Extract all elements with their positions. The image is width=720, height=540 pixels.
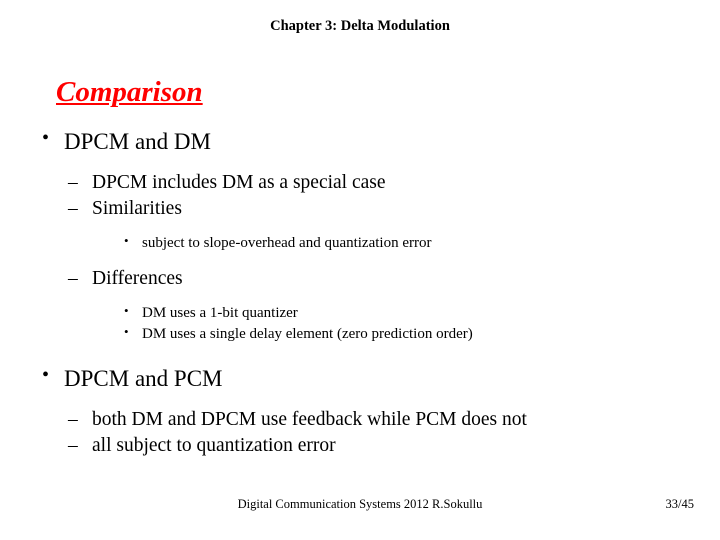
slide-content: • DPCM and DM – DPCM includes DM as a sp… <box>0 127 720 457</box>
footer-source: Digital Communication Systems 2012 R.Sok… <box>237 497 483 511</box>
page-title: Comparison <box>56 76 203 108</box>
disc-bullet-icon: • <box>42 364 50 387</box>
list-item: • DM uses a single delay element (zero p… <box>120 324 720 343</box>
list-item-label: DPCM includes DM as a special case <box>92 172 386 194</box>
list-item-label: DM uses a 1-bit quantizer <box>142 305 298 322</box>
list-item: • DM uses a 1-bit quantizer <box>120 303 720 322</box>
disc-bullet-icon: • <box>42 127 50 149</box>
list-item-label: Differences <box>92 267 183 289</box>
disc-bullet-icon: • <box>124 324 129 340</box>
list-item: – DPCM includes DM as a special case <box>66 171 720 194</box>
list-item-label: DPCM and DM <box>64 129 211 154</box>
footer-page-number: 33/45 <box>665 497 694 511</box>
dash-bullet-icon: – <box>68 172 78 194</box>
dash-bullet-icon: – <box>68 267 78 289</box>
list-item: • DPCM and DM <box>38 127 720 155</box>
dash-bullet-icon: – <box>68 197 78 219</box>
list-item-label: subject to slope-overhead and quantizati… <box>142 234 432 251</box>
list-item: – all subject to quantization error <box>66 434 720 457</box>
disc-bullet-icon: • <box>124 303 129 319</box>
list-item-label: DPCM and PCM <box>64 366 223 392</box>
list-item-label: DM uses a single delay element (zero pre… <box>142 326 473 343</box>
slide: Chapter 3: Delta Modulation Comparison •… <box>0 0 720 540</box>
list-item: – Differences <box>66 267 720 290</box>
list-item: • DPCM and PCM <box>38 364 720 392</box>
dash-bullet-icon: – <box>68 409 78 431</box>
dash-bullet-icon: – <box>68 434 78 456</box>
disc-bullet-icon: • <box>124 232 129 248</box>
list-item: – Similarities <box>66 197 720 220</box>
list-item-label: Similarities <box>92 197 182 219</box>
list-item: • subject to slope-overhead and quantiza… <box>120 232 720 252</box>
chapter-header: Chapter 3: Delta Modulation <box>270 18 450 34</box>
list-item-label: all subject to quantization error <box>92 434 336 456</box>
list-item-label: both DM and DPCM use feedback while PCM … <box>92 409 527 431</box>
list-item: – both DM and DPCM use feedback while PC… <box>66 408 720 431</box>
